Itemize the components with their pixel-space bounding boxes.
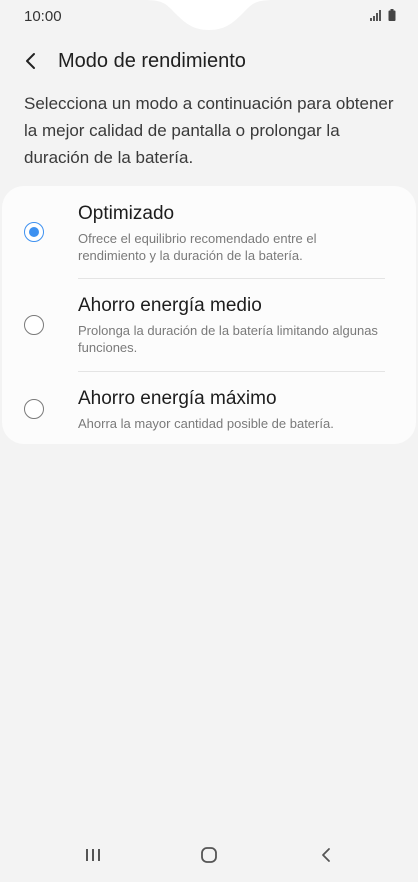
radio-button[interactable] bbox=[24, 399, 44, 419]
page-title: Modo de rendimiento bbox=[58, 49, 246, 72]
option-description: Prolonga la duración de la batería limit… bbox=[78, 323, 378, 355]
radio-button-selected[interactable] bbox=[24, 222, 44, 242]
option-title: Ahorro energía medio bbox=[78, 295, 262, 316]
app-header: Modo de rendimiento bbox=[0, 45, 418, 77]
option-description: Ahorra la mayor cantidad posible de bate… bbox=[78, 416, 334, 431]
camera-notch bbox=[144, 0, 274, 30]
option-title: Ahorro energía máximo bbox=[78, 388, 277, 409]
option-ahorro-medio[interactable]: Ahorro energía medio Prolonga la duració… bbox=[2, 279, 416, 371]
signal-icon bbox=[370, 10, 381, 21]
status-time: 10:00 bbox=[24, 8, 62, 25]
option-ahorro-maximo[interactable]: Ahorro energía máximo Ahorra la mayor ca… bbox=[2, 372, 416, 444]
battery-icon bbox=[388, 9, 396, 21]
home-icon[interactable] bbox=[199, 846, 219, 864]
recents-icon[interactable] bbox=[83, 846, 103, 864]
options-card: Optimizado Ofrece el equilibrio recomend… bbox=[2, 186, 416, 444]
status-bar: 10:00 bbox=[0, 0, 418, 32]
status-icons bbox=[370, 9, 396, 21]
radio-button[interactable] bbox=[24, 315, 44, 335]
back-icon[interactable] bbox=[316, 846, 336, 864]
option-optimizado[interactable]: Optimizado Ofrece el equilibrio recomend… bbox=[2, 186, 416, 278]
navigation-bar bbox=[0, 832, 418, 882]
option-description: Ofrece el equilibrio recomendado entre e… bbox=[78, 231, 317, 263]
page-description: Selecciona un modo a continuación para o… bbox=[24, 94, 394, 167]
back-arrow-icon[interactable] bbox=[22, 52, 40, 70]
option-title: Optimizado bbox=[78, 203, 175, 224]
